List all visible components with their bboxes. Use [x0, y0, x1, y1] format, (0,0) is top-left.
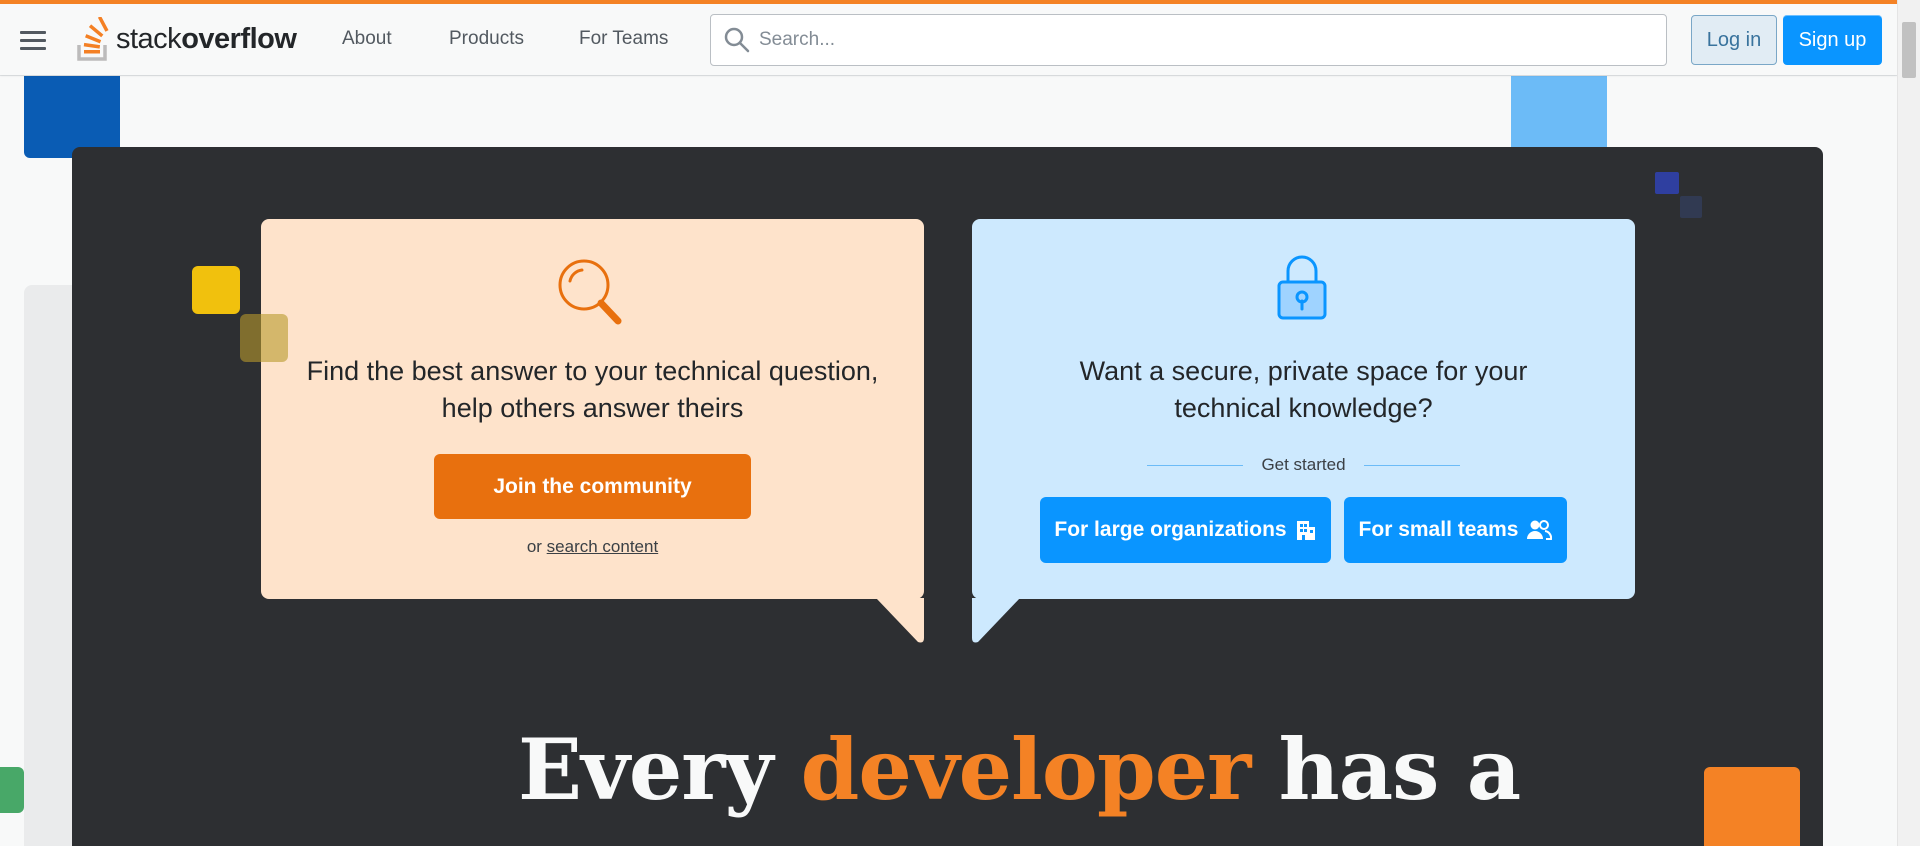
- search-box[interactable]: [710, 14, 1667, 66]
- search-content-link[interactable]: search content: [547, 537, 659, 556]
- get-started-label: Get started: [1261, 455, 1346, 474]
- search-input[interactable]: [759, 15, 1649, 65]
- speech-tail-left: [972, 598, 1020, 643]
- lock-icon: [1277, 255, 1327, 320]
- community-card-title: Find the best answer to your technical q…: [306, 356, 879, 423]
- get-started-divider: Get started: [972, 455, 1635, 475]
- nav-products[interactable]: Products: [449, 28, 524, 50]
- decor-navy-square: [1655, 172, 1679, 194]
- or-text: or: [526, 537, 542, 556]
- decor-navy-square-faded: [1680, 196, 1702, 218]
- decor-orange-block: [1704, 767, 1800, 846]
- large-organizations-button[interactable]: For large organizations: [1040, 497, 1331, 563]
- join-community-button[interactable]: Join the community: [434, 454, 751, 519]
- nav-for-teams[interactable]: For Teams: [579, 28, 668, 50]
- hamburger-menu-icon[interactable]: [20, 31, 46, 51]
- login-button[interactable]: Log in: [1691, 15, 1777, 65]
- users-icon: [1527, 520, 1553, 540]
- headline-part2: has a: [1278, 720, 1521, 819]
- hero-headline: Every developer has a: [518, 720, 1521, 819]
- divider-line-right: [1363, 464, 1460, 466]
- headline-part1: Every: [518, 720, 773, 819]
- decor-yellow-block: [192, 266, 240, 314]
- building-icon: [1296, 521, 1315, 540]
- scrollbar-thumb[interactable]: [1902, 22, 1916, 78]
- small-teams-label: For small teams: [1358, 518, 1519, 541]
- decor-yellow-block-faded: [240, 314, 288, 362]
- signup-button[interactable]: Sign up: [1783, 15, 1882, 65]
- stack-logo-icon: [77, 17, 109, 61]
- teams-card-title: Want a secure, private space for your te…: [1079, 356, 1528, 423]
- divider-line-left: [1147, 464, 1244, 466]
- site-logo[interactable]: stackoverflow: [76, 14, 297, 64]
- teams-card: Want a secure, private space for your te…: [972, 219, 1635, 643]
- headline-accent: developer: [800, 720, 1252, 819]
- decor-green-block: [0, 767, 24, 813]
- speech-tail-right: [876, 598, 924, 643]
- community-card: Find the best answer to your technical q…: [261, 219, 924, 643]
- or-search-line: or search content: [261, 537, 924, 557]
- top-bar: stackoverflow About Products For Teams L…: [0, 0, 1897, 75]
- search-icon: [724, 27, 750, 53]
- logo-text: stackoverflow: [116, 22, 297, 55]
- nav-about[interactable]: About: [342, 28, 392, 50]
- magnifier-icon: [558, 259, 622, 325]
- small-teams-button[interactable]: For small teams: [1344, 497, 1567, 563]
- large-organizations-label: For large organizations: [1054, 518, 1287, 541]
- page-scrollbar[interactable]: [1897, 0, 1920, 846]
